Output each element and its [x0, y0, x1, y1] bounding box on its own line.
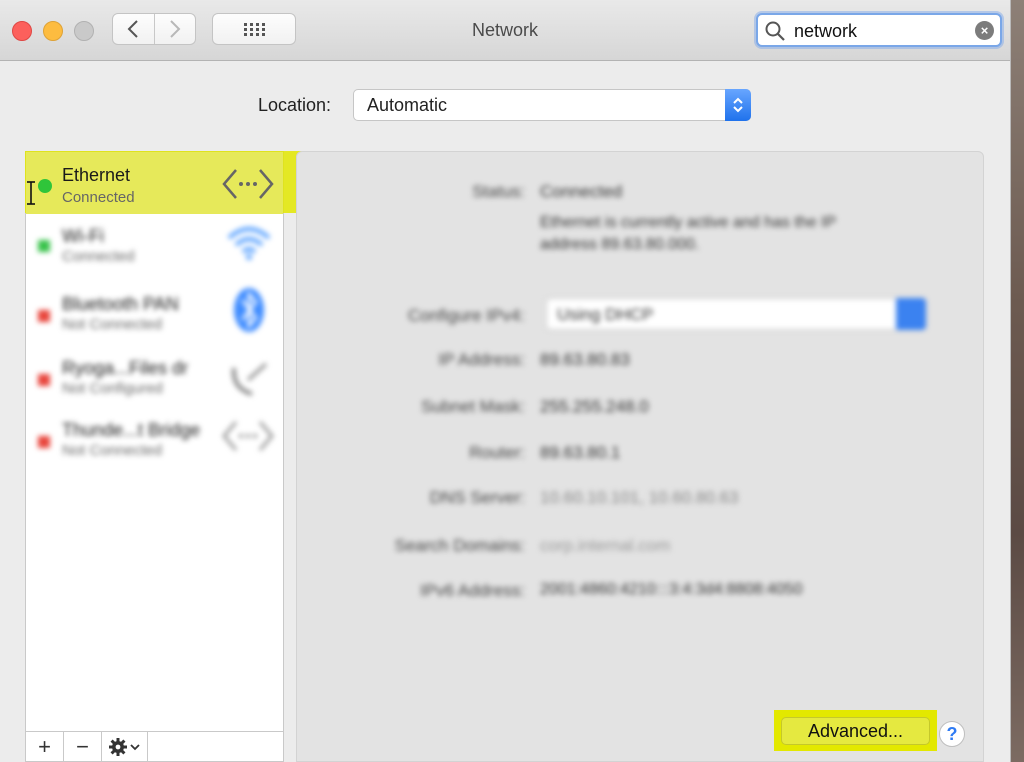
- status-label: Status:: [472, 182, 525, 201]
- grid-icon: [244, 23, 265, 36]
- dns-server-value: 10.60.10.101, 10.60.80.63: [540, 488, 739, 507]
- ipv6-address-value: 2001:4860:4210:::3:4:3d4:8808:4050: [540, 581, 803, 598]
- service-name: Bluetooth PAN: [62, 294, 179, 314]
- service-ethernet[interactable]: Ethernet Connected: [26, 152, 283, 214]
- service-status: Not Connected: [62, 316, 163, 333]
- status-dot: [38, 374, 50, 386]
- service-name: Wi-Fi: [62, 226, 104, 246]
- ipv6-address-label: IPv6 Address:: [420, 581, 525, 600]
- router-label: Router:: [469, 443, 525, 462]
- chevron-right-icon: [170, 20, 181, 38]
- service-status: Not Configured: [62, 380, 163, 397]
- gear-icon: [108, 737, 140, 756]
- minimize-window-button[interactable]: [43, 21, 63, 41]
- back-button[interactable]: [113, 14, 155, 44]
- wifi-icon: [227, 227, 271, 260]
- service-wifi[interactable]: Wi-Fi Connected: [26, 214, 283, 280]
- ethernet-arrows-icon: [222, 169, 274, 199]
- toolbar: Network ×: [0, 0, 1010, 61]
- sidebar-toolbar: + −: [26, 731, 283, 761]
- configure-ipv4-select[interactable]: Using DHCP: [546, 298, 926, 330]
- search-domains-value: corp.internal.com: [540, 536, 671, 555]
- network-preferences-window: Network × Location: Automatic Ethernet: [0, 0, 1011, 762]
- configure-ipv4-stepper[interactable]: [896, 298, 926, 330]
- add-service-button[interactable]: +: [26, 732, 64, 761]
- phone-icon: [231, 362, 267, 396]
- location-value: Automatic: [367, 95, 448, 115]
- search-field[interactable]: ×: [756, 13, 1002, 47]
- chevron-left-icon: [127, 20, 138, 38]
- status-dot: [38, 240, 50, 252]
- status-dot: [38, 436, 50, 448]
- status-dot: [38, 179, 52, 193]
- location-label: Location:: [258, 95, 332, 115]
- service-phone[interactable]: Ryoga...Files dr Not Configured: [26, 346, 283, 412]
- configure-ipv4-value: Using DHCP: [557, 305, 654, 324]
- service-name: Ryoga...Files dr: [62, 358, 189, 378]
- dns-server-label: DNS Server:: [429, 488, 525, 507]
- ip-address-label: IP Address:: [438, 350, 525, 369]
- service-status: Not Connected: [62, 442, 163, 459]
- search-domains-label: Search Domains:: [394, 536, 525, 555]
- help-button[interactable]: ?: [939, 721, 965, 747]
- service-list: Ethernet Connected Wi-Fi Connected Bluet…: [26, 152, 283, 478]
- service-name: Thunde...t Bridge: [62, 420, 201, 440]
- ip-address-value: 89.63.80.83: [540, 350, 630, 369]
- subnet-mask-value: 255.255.248.0: [540, 397, 649, 416]
- action-menu-button[interactable]: [102, 732, 148, 761]
- router-value: 89.63.80.1: [540, 443, 621, 462]
- service-name: Ethernet: [62, 165, 131, 185]
- service-bluetooth-pan[interactable]: Bluetooth PAN Not Connected: [26, 280, 283, 346]
- status-dot: [38, 310, 50, 322]
- zoom-window-button[interactable]: [74, 21, 94, 41]
- clear-search-icon[interactable]: ×: [975, 21, 994, 40]
- status-description-line-2: address 89.63.80.000.: [540, 236, 700, 253]
- search-input[interactable]: [792, 18, 966, 44]
- location-stepper[interactable]: [725, 89, 751, 121]
- search-icon: [765, 21, 785, 41]
- configure-ipv4-label: Configure IPv4:: [407, 306, 525, 325]
- service-detail-panel: Status: Connected Ethernet is currently …: [296, 151, 984, 762]
- text-cursor-icon: [26, 181, 36, 210]
- service-thunderbolt-bridge[interactable]: Thunde...t Bridge Not Connected: [26, 412, 283, 478]
- bluetooth-icon: [234, 288, 264, 332]
- service-list-panel: Ethernet Connected Wi-Fi Connected Bluet…: [25, 151, 307, 762]
- show-all-button[interactable]: [212, 13, 296, 45]
- remove-service-button[interactable]: −: [64, 732, 102, 761]
- subnet-mask-label: Subnet Mask:: [421, 397, 525, 416]
- status-description-line-1: Ethernet is currently active and has the…: [540, 214, 837, 231]
- status-value: Connected: [540, 182, 623, 201]
- up-down-chevron-icon: [733, 97, 743, 113]
- service-status: Connected: [62, 189, 135, 206]
- close-window-button[interactable]: [12, 21, 32, 41]
- forward-button[interactable]: [155, 14, 196, 44]
- service-status: Connected: [62, 248, 135, 265]
- advanced-button[interactable]: Advanced...: [781, 717, 930, 745]
- location-select[interactable]: Automatic: [353, 89, 751, 121]
- back-forward-group: [112, 13, 196, 45]
- window-title: Network: [471, 20, 538, 40]
- ethernet-arrows-icon: [222, 421, 274, 451]
